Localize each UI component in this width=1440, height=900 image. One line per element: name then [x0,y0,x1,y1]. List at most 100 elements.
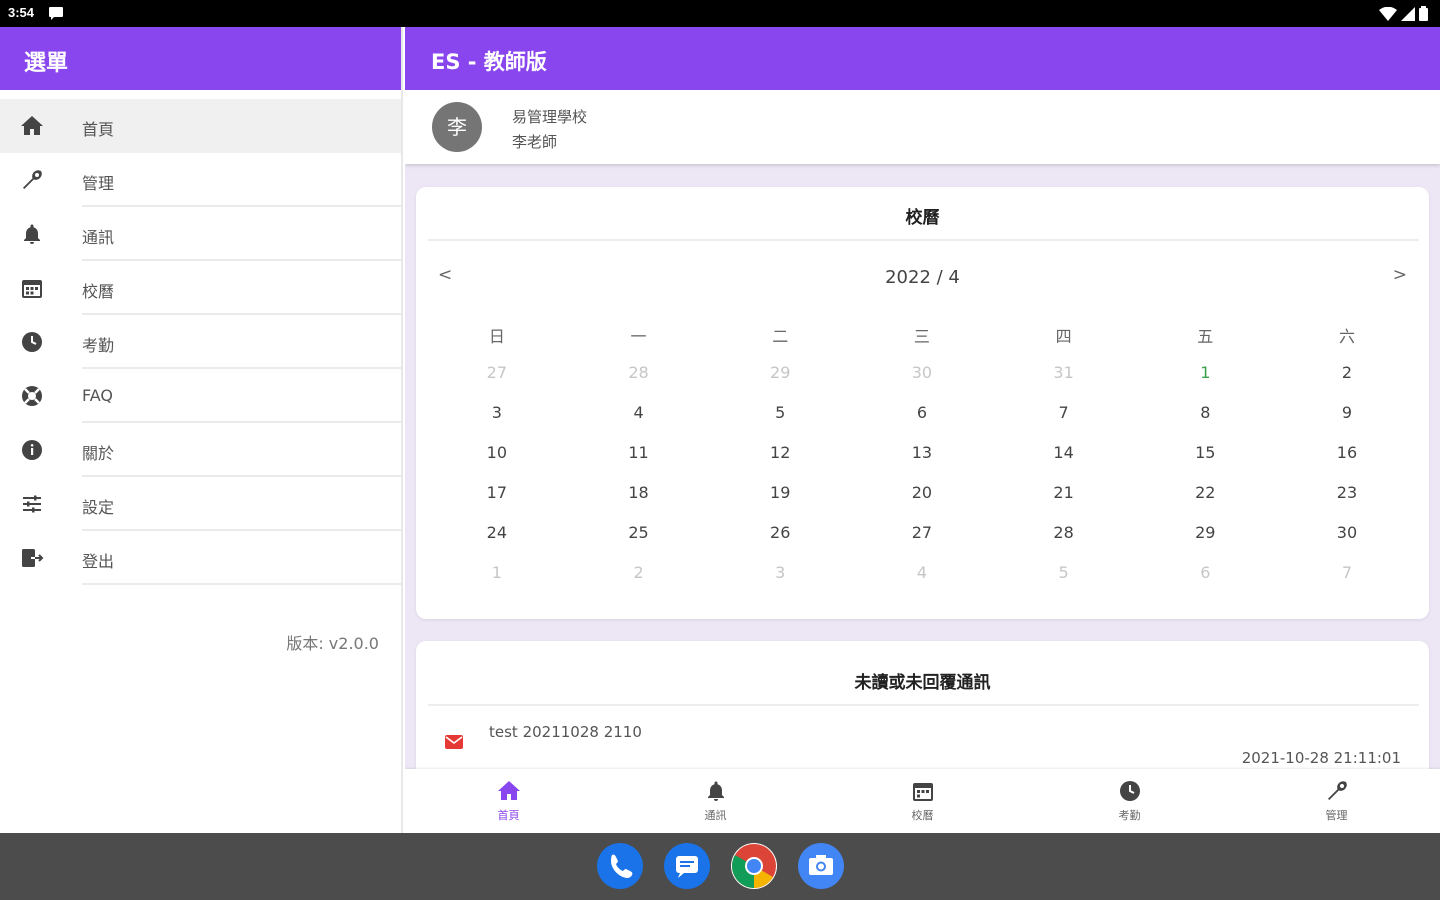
drawer-title: 選單 [0,27,401,90]
home-icon [497,781,520,800]
menu-item-attendance[interactable]: 考勤 [0,315,401,369]
calendar-day[interactable]: 7 [1276,563,1418,603]
menu-item-faq[interactable]: FAQ [0,369,401,423]
calendar-day[interactable]: 3 [709,563,851,603]
divider [428,704,1419,706]
messages-app[interactable] [664,843,710,889]
calendar-day[interactable]: 9 [1276,403,1418,443]
bell-icon [707,781,724,801]
menu-item-logout[interactable]: 登出 [0,531,401,585]
menu-item-about[interactable]: 關於 [0,423,401,477]
calendar-day[interactable]: 30 [1276,523,1418,563]
calendar-day[interactable]: 14 [993,443,1135,483]
messages-icon [676,856,698,878]
bottom-nav-label: 校曆 [911,809,934,822]
weekday-label: 一 [630,327,647,346]
calendar-day[interactable]: 30 [851,363,993,403]
weekday-label: 五 [1197,327,1214,346]
chrome-app[interactable] [731,843,777,889]
battery-icon [1419,6,1428,21]
camera-app[interactable] [798,843,844,889]
bottom-nav-home[interactable]: 首頁 [405,769,612,833]
profile-header: 李 易管理學校 李老師 [405,90,1440,164]
calendar-day[interactable]: 27 [426,363,568,403]
calendar-day[interactable]: 6 [851,403,993,443]
lifebuoy-icon [22,386,42,406]
calendar-day[interactable]: 22 [1134,483,1276,523]
menu-item-calendar[interactable]: 校曆 [0,261,401,315]
calendar-day[interactable]: 25 [568,523,710,563]
wrench-icon [23,170,42,189]
menu-label: 校曆 [82,282,115,301]
divider [428,239,1419,241]
calendar-day[interactable]: 23 [1276,483,1418,523]
school-name: 易管理學校 [512,108,588,126]
calendar-day[interactable]: 2 [568,563,710,603]
calendar-day[interactable]: 13 [851,443,993,483]
calendar-week: 1 2 3 4 5 6 7 [426,563,1426,603]
calendar-icon [912,783,933,801]
calendar-day[interactable]: 21 [993,483,1135,523]
bottom-nav-calendar[interactable]: 校曆 [819,769,1026,833]
weekday-header: 日 一 二 三 四 五 六 [426,317,1426,363]
phone-app[interactable] [597,843,643,889]
calendar-day[interactable]: 27 [851,523,993,563]
calendar-day[interactable]: 12 [709,443,851,483]
calendar-day[interactable]: 20 [851,483,993,523]
menu-item-messages[interactable]: 通訊 [0,207,401,261]
calendar-day[interactable]: 19 [709,483,851,523]
bottom-nav-manage[interactable]: 管理 [1233,769,1440,833]
menu-label: 首頁 [82,120,115,139]
menu-label: 關於 [82,444,115,463]
calendar-day[interactable]: 4 [568,403,710,443]
calendar-day[interactable]: 11 [568,443,710,483]
calendar-day[interactable]: 7 [993,403,1135,443]
calendar-title: 校曆 [905,208,940,228]
bottom-navigation: 首頁 通訊 校曆 考勤 管理 [405,769,1440,833]
calendar-week: 3 4 5 6 7 8 9 [426,403,1426,443]
calendar-day[interactable]: 4 [851,563,993,603]
version-text: 版本: v2.0.0 [286,634,379,653]
calendar-day[interactable]: 29 [709,363,851,403]
calendar-day[interactable]: 1 [426,563,568,603]
weekday-label: 四 [1055,327,1072,346]
calendar-day[interactable]: 31 [993,363,1135,403]
bottom-nav-attendance[interactable]: 考勤 [1026,769,1233,833]
calendar-day[interactable]: 17 [426,483,568,523]
calendar-day[interactable]: 10 [426,443,568,483]
system-dock [0,833,1440,900]
menu-label: 登出 [82,552,115,571]
next-month-button[interactable]: > [1393,265,1407,285]
calendar-day-today[interactable]: 1 [1134,363,1276,403]
calendar-day[interactable]: 3 [426,403,568,443]
calendar-week: 17 18 19 20 21 22 23 [426,483,1426,523]
calendar-day[interactable]: 5 [709,403,851,443]
logout-icon [22,549,44,567]
teacher-name: 李老師 [512,133,558,151]
weekday-label: 六 [1338,327,1355,346]
calendar-day[interactable]: 15 [1134,443,1276,483]
calendar-day[interactable]: 28 [568,363,710,403]
bottom-nav-label: 管理 [1325,809,1348,822]
main-content: ES - 教師版 李 易管理學校 李老師 校曆 < 2022 / 4 > 日 一… [405,27,1440,833]
message-time: 2021-10-28 21:11:01 [1241,749,1401,767]
calendar-week: 10 11 12 13 14 15 16 [426,443,1426,483]
menu-item-settings[interactable]: 設定 [0,477,401,531]
bottom-nav-messages[interactable]: 通訊 [612,769,819,833]
status-bar: 3:54 [0,0,1440,27]
calendar-day[interactable]: 8 [1134,403,1276,443]
chat-notification-icon [49,7,63,20]
menu-item-manage[interactable]: 管理 [0,153,401,207]
calendar-day[interactable]: 16 [1276,443,1418,483]
calendar-day[interactable]: 6 [1134,563,1276,603]
menu-item-home[interactable]: 首頁 [0,99,401,153]
menu-label: 考勤 [82,336,115,355]
calendar-day[interactable]: 28 [993,523,1135,563]
calendar-day[interactable]: 24 [426,523,568,563]
calendar-day[interactable]: 26 [709,523,851,563]
calendar-day[interactable]: 5 [993,563,1135,603]
calendar-day[interactable]: 29 [1134,523,1276,563]
avatar[interactable]: 李 [432,102,482,152]
calendar-day[interactable]: 2 [1276,363,1418,403]
calendar-day[interactable]: 18 [568,483,710,523]
